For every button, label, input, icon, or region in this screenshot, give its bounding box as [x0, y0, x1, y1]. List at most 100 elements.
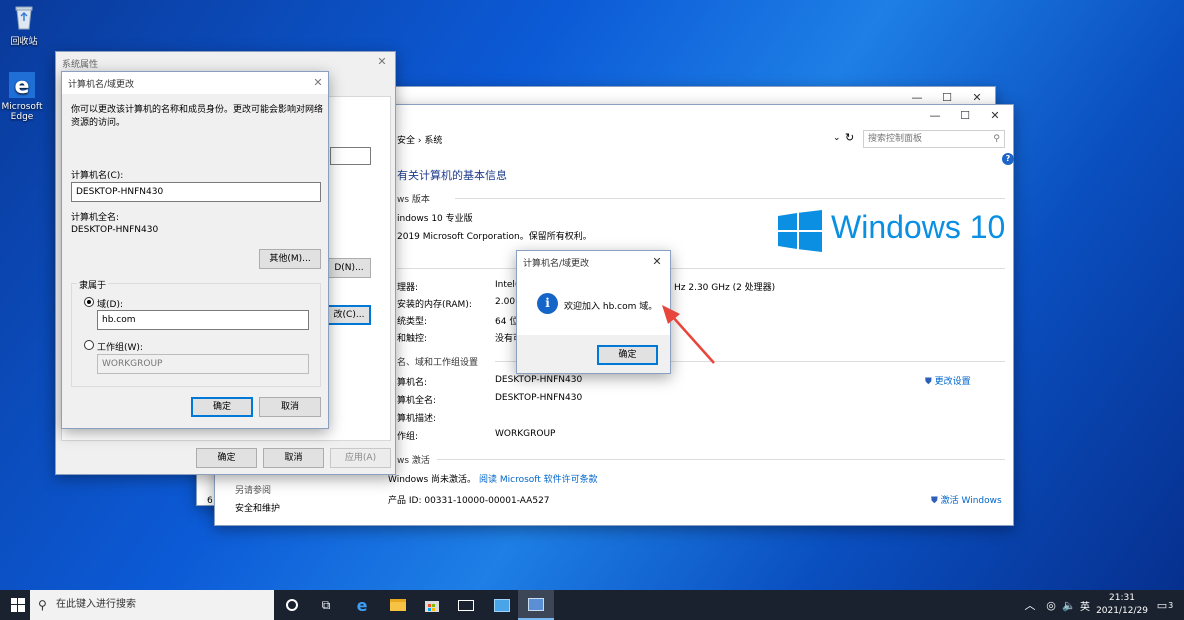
name-change-cancel-label: 取消: [280, 402, 299, 412]
name-change-close-icon[interactable]: ✕: [306, 72, 330, 94]
search-control-panel-input[interactable]: 搜索控制面板 ⚲: [863, 130, 1005, 148]
description-label: 算机描述:: [397, 414, 437, 424]
workgroup-radio-label[interactable]: 工作组(W):: [97, 340, 143, 353]
change-settings-label: 更改设置: [934, 377, 971, 387]
system-type-label: 统类型:: [397, 317, 428, 327]
taskbar-search-box[interactable]: ⚲ 在此键入进行搜索: [30, 590, 274, 620]
license-terms-link[interactable]: 阅读 Microsoft 软件许可条款: [479, 472, 598, 485]
activate-windows-label: 激活 Windows: [940, 496, 1002, 506]
sys-props-cancel-label: 取消: [284, 453, 303, 463]
refresh-icon[interactable]: ↻: [845, 131, 854, 144]
sys-props-apply-button[interactable]: 应用(A): [330, 448, 391, 468]
taskbar: ⚲ 在此键入进行搜索 ⧉ e ︿ ◎ 🔈 英 21:31 2021/12/29 …: [0, 590, 1184, 620]
edge-label-1: Microsoft: [1, 102, 43, 112]
close-icon[interactable]: ✕: [980, 105, 1010, 127]
recycle-bin-label: 回收站: [10, 37, 38, 47]
computer-name-input[interactable]: DESKTOP-HNFN430: [71, 182, 321, 202]
ram-label: 安装的内存(RAM):: [397, 300, 472, 310]
pen-touch-label: 和触控:: [397, 334, 428, 344]
member-of-label: 隶属于: [77, 278, 109, 291]
breadcrumb: 安全 › 系统: [397, 133, 442, 146]
shield-icon: ⛊: [931, 496, 938, 506]
recycle-bin-desktop-icon[interactable]: 回收站: [0, 2, 48, 47]
clock-time: 21:31: [1109, 593, 1135, 603]
workgroup-label: 作组:: [397, 432, 419, 442]
name-change-title: 计算机名/域更改: [68, 79, 135, 90]
search-icon: ⚲: [38, 598, 47, 612]
search-placeholder: 搜索控制面板: [868, 134, 923, 144]
name-change-ok-button[interactable]: 确定: [191, 397, 253, 417]
sys-props-btn-d-label: D(N)...: [334, 263, 364, 273]
svg-text:e: e: [15, 74, 30, 99]
edition-value: indows 10 专业版: [397, 214, 473, 224]
shield-icon: ⛊: [925, 377, 932, 387]
domain-input[interactable]: hb.com: [97, 310, 309, 330]
workgroup-value: WORKGROUP: [495, 429, 556, 439]
domain-radio[interactable]: [84, 297, 94, 307]
notification-center-icon[interactable]: ▭ 3: [1150, 590, 1180, 620]
edge-icon: e: [7, 70, 37, 100]
welcome-dialog: 计算机名/域更改 ✕ i 欢迎加入 hb.com 域。 确定: [516, 250, 671, 374]
activate-windows-link[interactable]: ⛊ 激活 Windows: [931, 493, 1002, 506]
name-domain-section: 名、域和工作组设置: [397, 358, 479, 368]
copyright-text: 2019 Microsoft Corporation。保留所有权利。: [397, 232, 592, 242]
tray-chevron-up-icon[interactable]: ︿: [1018, 590, 1042, 620]
sys-props-description-field[interactable]: [330, 147, 371, 165]
section-divider-1: [455, 198, 1005, 199]
maximize-icon[interactable]: ☐: [950, 105, 980, 127]
store-icon[interactable]: [414, 590, 450, 620]
system-type-value: 64 位: [495, 317, 519, 327]
windows-10-logo-text: Windows 10: [831, 209, 1006, 245]
help-icon[interactable]: ?: [1002, 153, 1014, 165]
full-computer-name-value: DESKTOP-HNFN430: [71, 225, 159, 235]
ime-indicator[interactable]: 英: [1074, 590, 1096, 620]
activation-section: ws 激活: [397, 456, 430, 466]
clock[interactable]: 21:31 2021/12/29: [1094, 592, 1150, 618]
domain-radio-label[interactable]: 域(D):: [97, 297, 123, 310]
welcome-ok-button[interactable]: 确定: [597, 345, 658, 365]
edition-section: ws 版本: [397, 195, 430, 205]
change-settings-link[interactable]: ⛊ 更改设置: [925, 374, 971, 387]
sys-props-close-icon[interactable]: ✕: [370, 51, 394, 73]
name-change-dialog: 计算机名/域更改 ✕ 你可以更改该计算机的名称和成员身份。更改可能会影响对网络资…: [61, 71, 329, 429]
control-panel-taskbar-icon[interactable]: [484, 590, 520, 620]
computer-name-field-label: 计算机名(C):: [71, 171, 124, 181]
task-view-icon[interactable]: ⧉: [308, 590, 344, 620]
sys-props-network-id-button[interactable]: D(N)...: [327, 258, 371, 278]
edge-label-2: Edge: [10, 112, 34, 122]
cortana-icon[interactable]: [274, 590, 310, 620]
windows-logo-icon: [778, 210, 822, 255]
minimize-icon[interactable]: —: [920, 105, 950, 127]
sys-props-cancel-button[interactable]: 取消: [263, 448, 324, 468]
back-window-digit: 6: [207, 496, 213, 506]
product-id: 产品 ID: 00331-10000-00001-AA527: [388, 496, 550, 506]
workgroup-input[interactable]: WORKGROUP: [97, 354, 309, 374]
page-heading: 有关计算机的基本信息: [397, 169, 507, 182]
name-change-cancel-button[interactable]: 取消: [259, 397, 321, 417]
sys-props-ok-label: 确定: [217, 453, 236, 463]
info-icon: i: [537, 293, 558, 314]
breadcrumb-current[interactable]: 系统: [424, 136, 442, 146]
clock-date: 2021/12/29: [1096, 606, 1148, 616]
workgroup-radio[interactable]: [84, 340, 94, 350]
welcome-ok-label: 确定: [618, 350, 637, 360]
sys-props-ok-button[interactable]: 确定: [196, 448, 257, 468]
welcome-close-icon[interactable]: ✕: [645, 251, 669, 273]
security-maintenance-link[interactable]: 安全和维护: [235, 501, 280, 514]
see-also-heading: 另请参阅: [235, 486, 272, 496]
welcome-title: 计算机名/域更改: [523, 258, 590, 269]
file-explorer-icon[interactable]: [380, 590, 416, 620]
breadcrumb-part[interactable]: 安全: [397, 136, 415, 146]
computer-name-value: DESKTOP-HNFN430: [495, 375, 583, 385]
sys-props-btn-c-label: 改(C)...: [333, 310, 365, 320]
more-button[interactable]: 其他(M)...: [259, 249, 321, 269]
system-properties-taskbar-icon[interactable]: [518, 590, 554, 620]
address-dropdown-icon[interactable]: ⌄: [833, 133, 841, 143]
notification-count: 3: [1168, 600, 1174, 610]
edge-taskbar-icon[interactable]: e: [344, 590, 380, 620]
computer-name-label: 算机名:: [397, 378, 428, 388]
processor-label: 理器:: [397, 283, 419, 293]
mail-icon[interactable]: [448, 590, 484, 620]
edge-desktop-icon[interactable]: e Microsoft Edge: [0, 70, 46, 122]
sys-props-change-button[interactable]: 改(C)...: [327, 305, 371, 325]
